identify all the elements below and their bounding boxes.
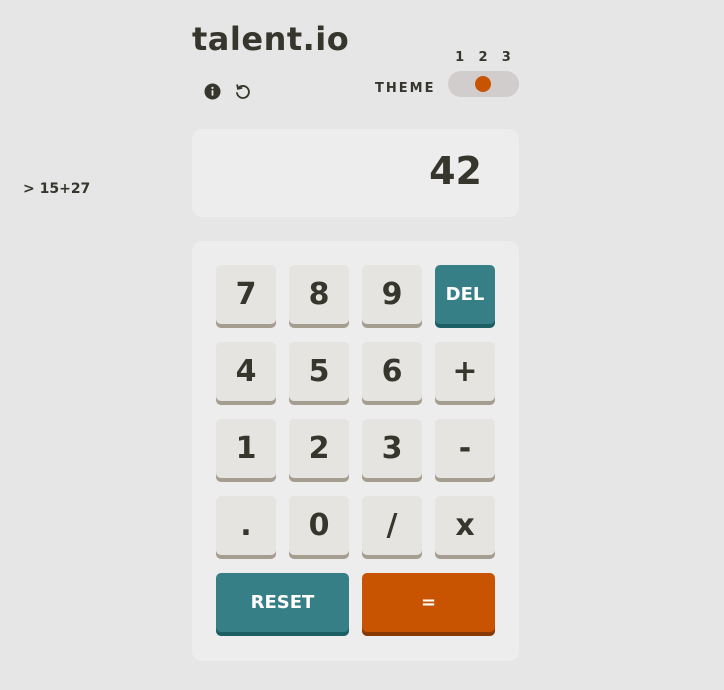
display-value: 42 xyxy=(429,149,482,193)
info-icon[interactable] xyxy=(202,81,222,101)
key-5[interactable]: 5 xyxy=(289,342,349,401)
history-icon[interactable] xyxy=(232,81,252,101)
history-entry: > 15+27 xyxy=(23,181,91,197)
theme-option-1[interactable]: 1 xyxy=(455,50,464,65)
key-1[interactable]: 1 xyxy=(216,419,276,478)
equals-button[interactable]: = xyxy=(362,573,495,632)
key-0[interactable]: 0 xyxy=(289,496,349,555)
theme-numbers: 1 2 3 xyxy=(448,50,518,65)
theme-option-2[interactable]: 2 xyxy=(478,50,487,65)
keypad: 7 8 9 DEL 4 5 6 + 1 2 3 - . 0 / x RESET … xyxy=(192,241,519,661)
key-6[interactable]: 6 xyxy=(362,342,422,401)
theme-option-3[interactable]: 3 xyxy=(502,50,511,65)
delete-button[interactable]: DEL xyxy=(435,265,495,324)
key-2[interactable]: 2 xyxy=(289,419,349,478)
divide-button[interactable]: / xyxy=(362,496,422,555)
calculator-display: 42 xyxy=(192,129,519,217)
app-title: talent.io xyxy=(192,20,350,58)
key-7[interactable]: 7 xyxy=(216,265,276,324)
key-9[interactable]: 9 xyxy=(362,265,422,324)
key-3[interactable]: 3 xyxy=(362,419,422,478)
key-8[interactable]: 8 xyxy=(289,265,349,324)
subtract-button[interactable]: - xyxy=(435,419,495,478)
multiply-button[interactable]: x xyxy=(435,496,495,555)
key-4[interactable]: 4 xyxy=(216,342,276,401)
theme-toggle[interactable] xyxy=(448,71,519,97)
theme-label: THEME xyxy=(375,81,436,96)
theme-toggle-knob[interactable] xyxy=(475,76,491,92)
add-button[interactable]: + xyxy=(435,342,495,401)
decimal-button[interactable]: . xyxy=(216,496,276,555)
reset-button[interactable]: RESET xyxy=(216,573,349,632)
